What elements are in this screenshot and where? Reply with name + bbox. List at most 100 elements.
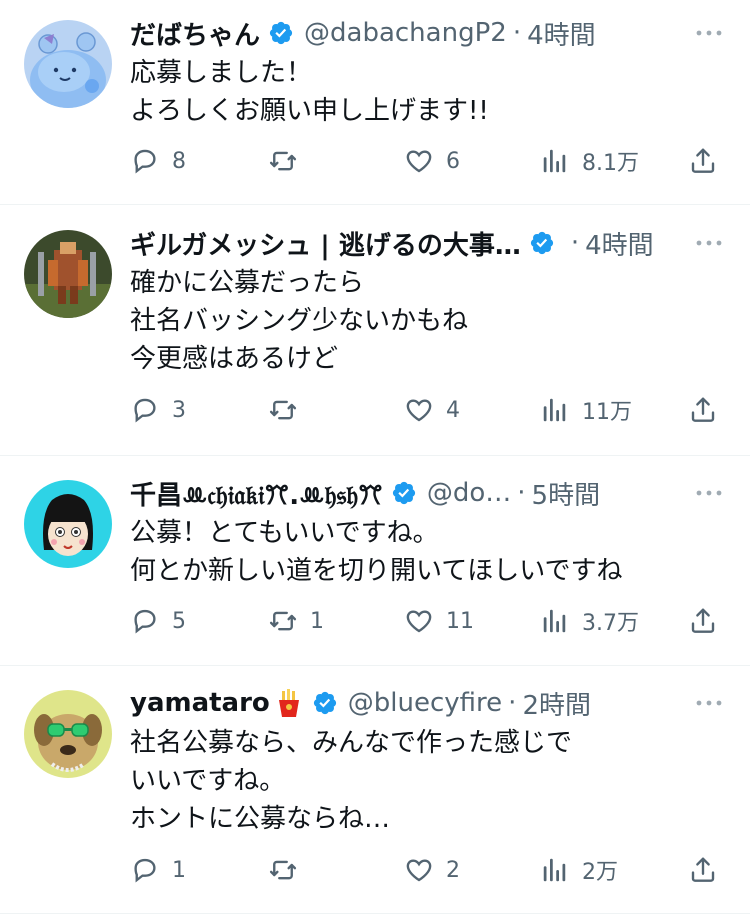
user-handle[interactable]: @do… <box>427 478 511 508</box>
view-count: 3.7万 <box>582 611 639 636</box>
reply-count: 5 <box>172 608 186 634</box>
display-name[interactable]: だばちゃん <box>130 15 260 52</box>
share-button[interactable] <box>688 850 718 890</box>
display-name[interactable]: 千昌ꔛ𝔠𝔥𝔦𝔞𝔨𝔦ꔫ.ꔛ𝔥𝔰𝔥ꔫ <box>130 475 383 512</box>
like-count: 11 <box>446 608 474 634</box>
display-name[interactable]: yamataro <box>130 688 270 718</box>
retweet-button[interactable] <box>268 850 310 890</box>
more-options-icon[interactable] <box>694 698 724 708</box>
like-button[interactable]: 2 <box>404 850 460 890</box>
like-button[interactable]: 4 <box>404 390 460 430</box>
reply-count: 3 <box>172 397 186 423</box>
share-button[interactable] <box>688 390 718 430</box>
separator: · <box>570 228 580 258</box>
heart-icon <box>404 395 434 425</box>
reply-icon <box>130 146 160 176</box>
avatar[interactable] <box>24 480 112 568</box>
views-button[interactable]: 2万 <box>540 850 618 890</box>
avatar[interactable] <box>24 690 112 778</box>
tweet[interactable]: yamataro @bluecyfire · 2時間 社名公募なら、みんなで作っ… <box>0 666 750 923</box>
view-count: 11万 <box>582 400 632 425</box>
tweet-actions: 8 6 8.1万 <box>130 141 730 181</box>
tweet-actions: 3 4 11万 <box>130 390 730 430</box>
verified-badge-icon <box>391 480 417 506</box>
reply-button[interactable]: 8 <box>130 141 186 181</box>
share-button[interactable] <box>688 141 718 181</box>
like-count: 4 <box>446 397 460 423</box>
retweet-button[interactable]: 1 <box>268 601 324 641</box>
like-count: 2 <box>446 857 460 883</box>
reply-button[interactable]: 3 <box>130 390 186 430</box>
display-name[interactable]: ギルガメッシュ | 逃げるの大事… <box>130 225 521 262</box>
bar-chart-icon <box>540 395 570 425</box>
more-options-icon[interactable] <box>694 488 724 498</box>
share-icon <box>688 395 718 425</box>
like-count: 6 <box>446 148 460 174</box>
view-count: 2万 <box>582 860 618 885</box>
reply-count: 8 <box>172 148 186 174</box>
tweet-header: 千昌ꔛ𝔠𝔥𝔦𝔞𝔨𝔦ꔫ.ꔛ𝔥𝔰𝔥ꔫ @do… · 5時間 <box>130 473 730 513</box>
retweet-icon <box>268 395 298 425</box>
avatar[interactable] <box>24 20 112 108</box>
verified-badge-icon <box>529 230 555 256</box>
tweet-line: 何とか新しい道を切り開いてほしいですね <box>130 556 623 586</box>
heart-icon <box>404 606 434 636</box>
timestamp[interactable]: 2時間 <box>522 685 591 722</box>
share-icon <box>688 606 718 636</box>
tweet-text: 社名公募なら、みんなで作った感じで いいですね。 ホントに公募ならね… <box>130 724 720 838</box>
views-button[interactable]: 8.1万 <box>540 141 639 181</box>
tweet[interactable]: ギルガメッシュ | 逃げるの大事… · 4時間 確かに公募だったら 社名バッシン… <box>0 205 750 456</box>
tweet-text: 確かに公募だったら 社名バッシング少ないかもね 今更感はあるけど <box>130 264 720 378</box>
verified-badge-icon <box>268 20 294 46</box>
tweet-line: いいですね。 <box>130 766 286 796</box>
bar-chart-icon <box>540 146 570 176</box>
tweet-header: ギルガメッシュ | 逃げるの大事… · 4時間 <box>130 223 730 263</box>
timestamp[interactable]: 5時間 <box>532 475 601 512</box>
heart-icon <box>404 855 434 885</box>
tweet-header: yamataro @bluecyfire · 2時間 <box>130 683 730 723</box>
tweet[interactable]: 千昌ꔛ𝔠𝔥𝔦𝔞𝔨𝔦ꔫ.ꔛ𝔥𝔰𝔥ꔫ @do… · 5時間 公募！とてもいいですね。… <box>0 456 750 666</box>
separator: · <box>517 478 526 508</box>
heart-icon <box>404 146 434 176</box>
tweet-text: 公募！とてもいいですね。 何とか新しい道を切り開いてほしいですね <box>130 514 720 590</box>
bar-chart-icon <box>540 606 570 636</box>
reply-button[interactable]: 5 <box>130 601 186 641</box>
timestamp[interactable]: 4時間 <box>585 225 654 262</box>
user-handle[interactable]: @bluecyfire <box>348 688 502 718</box>
tweet-text: 応募しました！ よろしくお願い申し上げます!! <box>130 54 720 130</box>
views-button[interactable]: 11万 <box>540 390 632 430</box>
divider <box>0 913 750 914</box>
share-icon <box>688 855 718 885</box>
reply-icon <box>130 606 160 636</box>
tweet[interactable]: だばちゃん @dabachangP2 · 4時間 応募しました！ よろしくお願い… <box>0 0 750 205</box>
tweet-line: 応募しました！ <box>130 58 313 88</box>
tweet-header: だばちゃん @dabachangP2 · 4時間 <box>130 13 730 53</box>
share-icon <box>688 146 718 176</box>
tweet-line: 今更感はあるけど <box>130 344 339 374</box>
timestamp[interactable]: 4時間 <box>527 15 596 52</box>
like-button[interactable]: 6 <box>404 141 460 181</box>
avatar[interactable] <box>24 230 112 318</box>
reply-icon <box>130 395 160 425</box>
retweet-button[interactable] <box>268 141 310 181</box>
views-button[interactable]: 3.7万 <box>540 601 639 641</box>
tweet-actions: 1 2 2万 <box>130 850 730 890</box>
reply-button[interactable]: 1 <box>130 850 186 890</box>
retweet-icon <box>268 146 298 176</box>
like-button[interactable]: 11 <box>404 601 474 641</box>
more-options-icon[interactable] <box>694 238 724 248</box>
verified-badge-icon <box>312 690 338 716</box>
reply-icon <box>130 855 160 885</box>
retweet-button[interactable] <box>268 390 310 430</box>
more-options-icon[interactable] <box>694 28 724 38</box>
retweet-icon <box>268 606 298 636</box>
tweet-line: 社名バッシング少ないかもね <box>130 306 469 336</box>
separator: · <box>508 688 517 718</box>
tweet-line: よろしくお願い申し上げます!! <box>130 96 489 126</box>
user-handle[interactable]: @dabachangP2 <box>304 18 507 48</box>
separator: · <box>512 18 522 48</box>
share-button[interactable] <box>688 601 718 641</box>
tweet-actions: 5 1 11 3.7万 <box>130 601 730 641</box>
bar-chart-icon <box>540 855 570 885</box>
tweet-line: 公募！とてもいいですね。 <box>130 518 439 548</box>
